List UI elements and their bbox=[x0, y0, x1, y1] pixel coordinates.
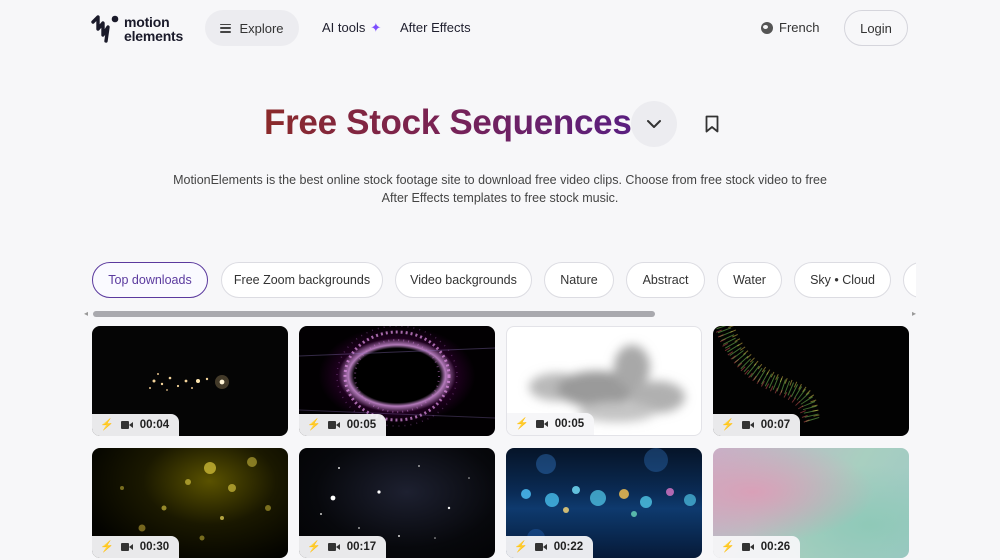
clip-info-badge: ⚡ 00:17 bbox=[299, 536, 387, 558]
lightning-icon: ⚡ bbox=[100, 540, 114, 553]
site-header: motion elements Explore AI tools ✦ After… bbox=[0, 0, 1000, 56]
clip-info-badge: ⚡ 00:04 bbox=[92, 414, 180, 436]
clip-info-badge: ⚡ 00:05 bbox=[507, 413, 595, 435]
clip-card[interactable]: ⚡ 00:04 bbox=[92, 326, 288, 436]
video-camera-icon bbox=[741, 421, 754, 429]
language-label: French bbox=[779, 20, 820, 35]
bookmark-button[interactable] bbox=[700, 112, 724, 136]
chips-scrollbar[interactable]: ◂ ▸ bbox=[84, 310, 916, 318]
clip-duration: 00:07 bbox=[760, 419, 791, 431]
nav-ai-tools[interactable]: AI tools ✦ bbox=[322, 20, 381, 35]
menu-icon bbox=[220, 23, 232, 33]
video-camera-icon bbox=[327, 543, 340, 551]
clip-info-badge: ⚡ 00:05 bbox=[299, 414, 387, 436]
category-chips: Top downloads Free Zoom backgrounds Vide… bbox=[92, 262, 916, 298]
clip-info-badge: ⚡ 00:07 bbox=[713, 414, 801, 436]
clip-card[interactable]: ⚡ 00:22 bbox=[506, 448, 702, 558]
lightning-icon: ⚡ bbox=[307, 540, 321, 553]
bookmark-icon bbox=[705, 115, 719, 133]
lightning-icon: ⚡ bbox=[515, 417, 529, 430]
clip-card[interactable]: ⚡ 00:26 bbox=[713, 448, 909, 558]
lightning-icon: ⚡ bbox=[307, 418, 321, 431]
clip-duration: 00:05 bbox=[346, 419, 377, 431]
page-description: MotionElements is the best online stock … bbox=[173, 173, 827, 205]
video-camera-icon bbox=[327, 421, 340, 429]
logo-mark-icon bbox=[91, 15, 119, 43]
explore-button[interactable]: Explore bbox=[205, 10, 299, 46]
page-title: Free Stock Sequences bbox=[264, 101, 632, 145]
clip-duration: 00:04 bbox=[139, 419, 170, 431]
clip-info-badge: ⚡ 00:22 bbox=[506, 536, 594, 558]
clip-card[interactable]: ⚡ 00:30 bbox=[92, 448, 288, 558]
lightning-icon: ⚡ bbox=[721, 418, 735, 431]
video-camera-icon bbox=[741, 543, 754, 551]
clip-info-badge: ⚡ 00:30 bbox=[92, 536, 180, 558]
chip-water[interactable]: Water bbox=[717, 262, 782, 298]
clip-card[interactable]: ⚡ 00:05 bbox=[506, 326, 702, 436]
motionelements-logo[interactable]: motion elements bbox=[90, 12, 185, 46]
clip-duration: 00:05 bbox=[554, 418, 585, 430]
globe-icon bbox=[761, 21, 773, 34]
chip-top-downloads[interactable]: Top downloads bbox=[92, 262, 208, 298]
clip-duration: 00:26 bbox=[760, 541, 791, 553]
login-button[interactable]: Login bbox=[844, 10, 908, 46]
logo-text-line2: elements bbox=[124, 28, 184, 44]
scroll-left-arrow-icon[interactable]: ◂ bbox=[84, 310, 90, 318]
chip-free-zoom-backgrounds[interactable]: Free Zoom backgrounds bbox=[221, 262, 383, 298]
chip-next[interactable] bbox=[903, 262, 916, 298]
clip-duration: 00:30 bbox=[139, 541, 170, 553]
logo-wordmark: motion elements bbox=[124, 15, 183, 43]
clip-card[interactable]: ⚡ 00:07 bbox=[713, 326, 909, 436]
language-selector[interactable]: French bbox=[761, 20, 819, 35]
title-dropdown-button[interactable] bbox=[631, 101, 677, 147]
chip-abstract[interactable]: Abstract bbox=[626, 262, 705, 298]
clip-card[interactable]: ⚡ 00:05 bbox=[299, 326, 495, 436]
lightning-icon: ⚡ bbox=[100, 418, 114, 431]
chip-video-backgrounds[interactable]: Video backgrounds bbox=[395, 262, 532, 298]
video-camera-icon bbox=[120, 543, 133, 551]
chevron-down-icon bbox=[647, 120, 661, 128]
clip-duration: 00:17 bbox=[346, 541, 377, 553]
video-camera-icon bbox=[534, 543, 547, 551]
logo-text-line1: motion bbox=[124, 14, 170, 30]
nav-after-effects[interactable]: After Effects bbox=[400, 20, 471, 35]
chip-sky-cloud[interactable]: Sky • Cloud bbox=[794, 262, 891, 298]
sparkle-icon: ✦ bbox=[370, 20, 382, 35]
clip-card[interactable]: ⚡ 00:17 bbox=[299, 448, 495, 558]
chip-nature[interactable]: Nature bbox=[544, 262, 614, 298]
video-camera-icon bbox=[120, 421, 133, 429]
lightning-icon: ⚡ bbox=[721, 540, 735, 553]
clip-duration: 00:22 bbox=[553, 541, 584, 553]
clip-info-badge: ⚡ 00:26 bbox=[713, 536, 801, 558]
video-camera-icon bbox=[535, 420, 548, 428]
scroll-right-arrow-icon[interactable]: ▸ bbox=[910, 310, 916, 318]
explore-label: Explore bbox=[239, 20, 284, 36]
ai-tools-label: AI tools bbox=[322, 20, 366, 35]
lightning-icon: ⚡ bbox=[514, 540, 528, 553]
scrollbar-thumb[interactable] bbox=[93, 311, 655, 317]
